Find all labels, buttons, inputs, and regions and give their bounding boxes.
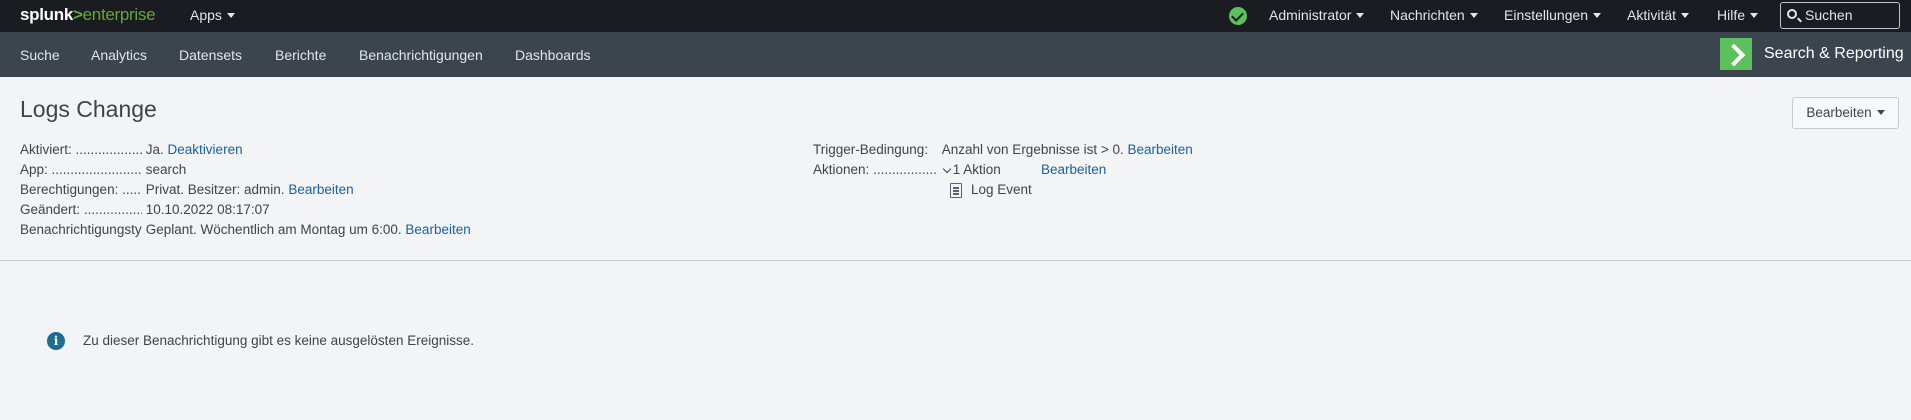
detail-row-benachrichtigungstyp: Benachrichtigungstyp: Geplant. Wöchentli… — [20, 221, 471, 239]
detail-label: Geändert: ..............................… — [20, 202, 142, 217]
nav-dashboards[interactable]: Dashboards — [515, 47, 591, 63]
detail-value-text: Geplant. Wöchentlich am Montag um 6:00. — [145, 222, 402, 237]
splunk-logo[interactable]: splunk>enterprise — [20, 5, 156, 25]
menu-nachrichten-label: Nachrichten — [1390, 7, 1465, 23]
detail-value-text: Ja. — [145, 142, 164, 157]
detail-value: Privat. Besitzer: admin. Bearbeiten — [146, 181, 354, 199]
caret-down-icon — [1469, 13, 1478, 18]
nav-berichte[interactable]: Berichte — [275, 47, 326, 63]
menu-aktivitaet[interactable]: Aktivität — [1627, 7, 1690, 23]
logo-gt-text: > — [73, 5, 83, 24]
detail-row-geaendert: Geändert: ..............................… — [20, 201, 270, 219]
empty-state-message: Zu dieser Benachrichtigung gibt es keine… — [83, 333, 474, 348]
search-placeholder: Suchen — [1805, 7, 1853, 23]
page-title: Logs Change — [20, 96, 157, 122]
detail-row-app: App: ...................................… — [20, 161, 186, 179]
menu-aktivitaet-label: Aktivität — [1627, 7, 1677, 23]
detail-label-text: Benachrichtigungstyp: — [20, 222, 142, 237]
detail-row-aktiviert: Aktiviert: .............................… — [20, 141, 243, 159]
trigger-bearbeiten-link[interactable]: Bearbeiten — [1128, 142, 1193, 157]
apps-menu-label: Apps — [190, 7, 222, 23]
app-nav-bar: Suche Analytics Datensets Berichte Benac… — [0, 32, 1911, 77]
caret-down-icon — [1593, 13, 1602, 18]
detail-label: Trigger-Bedingung: — [813, 142, 929, 157]
detail-label: App: ...................................… — [20, 162, 142, 177]
detail-label-text: App: — [20, 162, 48, 177]
caret-down-icon — [1876, 110, 1885, 115]
detail-label-text: Aktionen: — [813, 162, 870, 177]
app-title[interactable]: Search & Reporting — [1764, 45, 1904, 63]
actions-count: 1 Aktion — [952, 162, 1001, 177]
zeitplan-bearbeiten-link[interactable]: Bearbeiten — [405, 222, 470, 237]
menu-administrator[interactable]: Administrator — [1269, 7, 1365, 23]
detail-label-text: Geändert: — [20, 202, 81, 217]
detail-value: 10.10.2022 08:17:07 — [145, 202, 270, 217]
deaktivieren-link[interactable]: Deaktivieren — [168, 142, 243, 157]
health-status-icon[interactable] — [1229, 7, 1247, 25]
search-icon — [1787, 9, 1797, 19]
detail-label: Aktionen: ..............................… — [813, 162, 938, 177]
detail-value-text: Anzahl von Ergebnisse ist > 0. — [941, 142, 1124, 157]
berechtigungen-bearbeiten-link[interactable]: Bearbeiten — [288, 182, 353, 197]
edit-button-label: Bearbeiten — [1806, 105, 1872, 120]
detail-value: Ja. Deaktivieren — [146, 141, 243, 159]
log-event-icon — [950, 183, 962, 198]
detail-label: Benachrichtigungstyp: — [20, 221, 142, 239]
aktionen-bearbeiten-link[interactable]: Bearbeiten — [1041, 161, 1106, 179]
caret-down-icon — [1750, 13, 1759, 18]
logo-enterprise-text: enterprise — [82, 5, 156, 24]
detail-label-text: Berechtigungen: — [20, 182, 119, 197]
chevron-down-icon — [942, 164, 952, 174]
info-icon: i — [47, 332, 65, 350]
nav-benachrichtigungen[interactable]: Benachrichtigungen — [359, 47, 483, 63]
detail-row-aktionen: Aktionen: ..............................… — [813, 161, 1001, 179]
menu-administrator-label: Administrator — [1269, 7, 1352, 23]
detail-row-berechtigungen: Berechtigungen: ........................… — [20, 181, 354, 199]
actions-toggle[interactable]: 1 Aktion — [942, 161, 1001, 179]
menu-hilfe[interactable]: Hilfe — [1717, 7, 1759, 23]
edit-button[interactable]: Bearbeiten — [1792, 97, 1899, 129]
section-divider — [0, 260, 1911, 261]
detail-label: Aktiviert: .............................… — [20, 142, 142, 157]
caret-down-icon — [1681, 13, 1690, 18]
nav-datensets[interactable]: Datensets — [179, 47, 242, 63]
detail-value: Geplant. Wöchentlich am Montag um 6:00. … — [146, 221, 471, 239]
menu-einstellungen-label: Einstellungen — [1504, 7, 1589, 23]
nav-analytics[interactable]: Analytics — [91, 47, 147, 63]
apps-menu[interactable]: Apps — [190, 7, 235, 23]
menu-einstellungen[interactable]: Einstellungen — [1504, 7, 1602, 23]
nav-suche[interactable]: Suche — [20, 47, 60, 63]
menu-nachrichten[interactable]: Nachrichten — [1390, 7, 1478, 23]
search-input[interactable]: Suchen — [1780, 2, 1900, 29]
action-log-event: Log Event — [971, 182, 1032, 197]
app-logo-icon[interactable] — [1720, 38, 1752, 70]
detail-value: Anzahl von Ergebnisse ist > 0. Bearbeite… — [942, 141, 1193, 159]
detail-row-trigger: Trigger-Bedingung: Anzahl von Ergebnisse… — [813, 141, 1193, 159]
caret-down-icon — [1356, 13, 1365, 18]
detail-value: search — [145, 162, 187, 177]
menu-hilfe-label: Hilfe — [1717, 7, 1746, 23]
logo-splunk-text: splunk — [20, 5, 73, 24]
top-bar: splunk>enterprise Apps Administrator Nac… — [0, 0, 1911, 32]
detail-value-text: Privat. Besitzer: admin. — [145, 182, 285, 197]
caret-down-icon — [226, 13, 235, 18]
detail-label: Berechtigungen: ........................… — [20, 182, 142, 197]
detail-label-text: Aktiviert: — [20, 142, 72, 157]
